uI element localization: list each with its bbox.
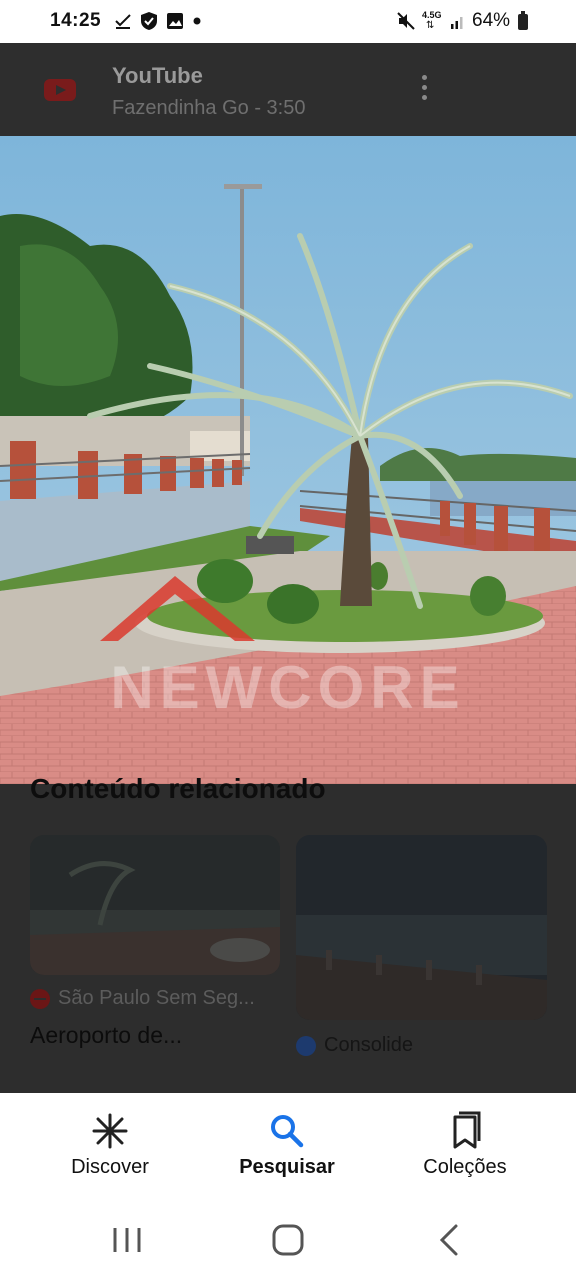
status-icons-left [114, 11, 202, 31]
nav-colecoes-label: Coleções [423, 1156, 507, 1178]
related-card-1-source[interactable]: São Paulo Sem Seg... [30, 987, 255, 1010]
main-image[interactable]: NEWCORE [0, 136, 576, 784]
source-header[interactable]: YouTube Fazendinha Go - 3:50 [0, 43, 576, 136]
status-bar: 14:25 4.5G ⇅ 64% [0, 0, 576, 43]
network-4-5g-icon: 4.5G ⇅ [422, 10, 442, 31]
battery-percent: 64% [472, 10, 511, 31]
home-icon[interactable] [270, 1220, 306, 1260]
related-card-2-source[interactable]: Consolide [296, 1034, 413, 1057]
status-icons-right: 4.5G ⇅ 64% [396, 10, 510, 32]
status-time: 14:25 [50, 10, 102, 31]
source-icon [296, 1035, 316, 1056]
watermark-text: NEWCORE [110, 654, 465, 721]
nav-pesquisar-label: Pesquisar [239, 1156, 335, 1178]
battery-icon [518, 11, 528, 30]
nav-pesquisar[interactable]: Pesquisar [191, 1093, 383, 1200]
nav-discover[interactable]: Discover [14, 1093, 206, 1200]
source-icon [30, 988, 50, 1009]
related-card-2-image[interactable] [296, 835, 547, 1020]
download-done-icon [115, 14, 131, 29]
gallery-icon [167, 13, 183, 29]
recent-apps-icon[interactable] [110, 1220, 144, 1260]
dot-icon [193, 17, 201, 25]
dimmed-content: YouTube Fazendinha Go - 3:50 NEWCORE Con… [0, 43, 576, 1093]
video-info: Fazendinha Go - 3:50 [112, 97, 306, 119]
youtube-logo-icon [44, 79, 76, 101]
back-icon[interactable] [436, 1220, 462, 1260]
related-card-1-image[interactable] [30, 835, 280, 975]
signal-icon [451, 17, 463, 29]
collections-icon [453, 1111, 481, 1149]
related-card-2-source-name: Consolide [324, 1034, 413, 1056]
related-card-1-source-name: São Paulo Sem Seg... [58, 987, 255, 1009]
related-card-1-title[interactable]: Aeroporto de... [30, 1022, 182, 1049]
asterisk-icon [92, 1113, 128, 1149]
mute-icon [397, 12, 415, 30]
nav-colecoes[interactable]: Coleções [369, 1093, 561, 1200]
bottom-navigation: Discover Pesquisar Coleções [0, 1093, 576, 1200]
related-content-title: Conteúdo relacionado [30, 773, 326, 804]
system-navigation-bar [0, 1200, 576, 1280]
source-app-name: YouTube [112, 63, 203, 88]
network-type: 4.5G [422, 10, 442, 20]
shield-icon [141, 12, 157, 30]
search-icon [271, 1115, 304, 1148]
more-options-icon[interactable] [418, 75, 430, 105]
nav-discover-label: Discover [71, 1156, 149, 1178]
